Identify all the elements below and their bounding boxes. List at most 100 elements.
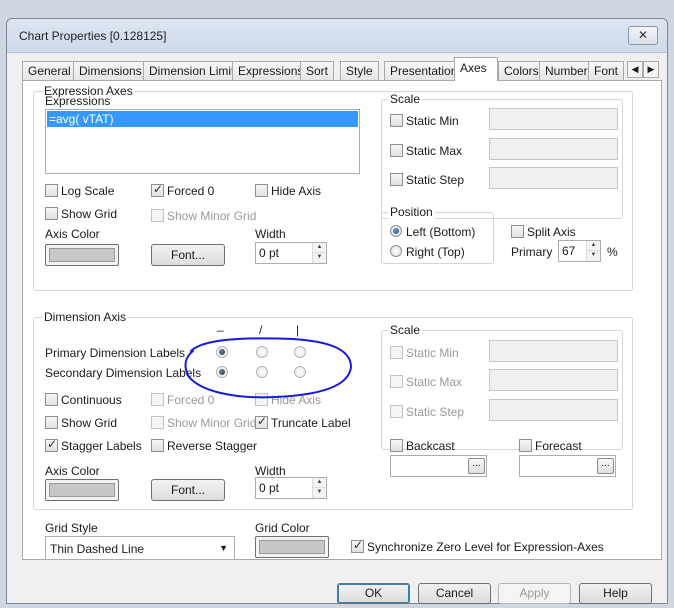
tab-colors[interactable]: Colors	[498, 61, 545, 80]
static-max-label: Static Max	[406, 144, 463, 158]
hand-drawn-circle-annotation	[184, 337, 353, 399]
tab-expressions[interactable]: Expressions	[232, 61, 310, 80]
primary-dimension-labels-label: Primary Dimension Labels	[45, 346, 186, 360]
tab-number[interactable]: Number	[539, 61, 594, 80]
reverse-stagger-checkbox[interactable]	[151, 439, 164, 452]
dim-font-button[interactable]: Font...	[151, 479, 225, 501]
hide-axis-checkbox[interactable]	[255, 184, 268, 197]
ok-button[interactable]: OK	[337, 583, 410, 604]
font-button[interactable]: Font...	[151, 244, 225, 266]
backcast-label: Backcast	[406, 439, 455, 453]
tab-font[interactable]: Font	[588, 61, 625, 80]
cancel-button[interactable]: Cancel	[418, 583, 491, 604]
backcast-ellipsis-button[interactable]: ...	[468, 458, 485, 474]
static-step-input[interactable]	[489, 167, 618, 189]
show-grid-checkbox[interactable]	[45, 207, 58, 220]
tab-dimension-limits[interactable]: Dimension Limits	[143, 61, 247, 80]
grid-style-value: Thin Dashed Line	[50, 542, 145, 556]
log-scale-label: Log Scale	[61, 184, 115, 198]
sync-zero-label: Synchronize Zero Level for Expression-Ax…	[367, 540, 604, 554]
forecast-label: Forecast	[535, 439, 582, 453]
orientation-horizontal-header: _	[217, 318, 224, 332]
width-value: 0 pt	[259, 246, 280, 260]
static-max-checkbox[interactable]	[390, 144, 403, 157]
width-spinner[interactable]: 0 pt ▲ ▼	[255, 242, 327, 264]
dim-static-min-label: Static Min	[406, 346, 459, 360]
dim-static-max-input[interactable]	[489, 369, 618, 391]
help-button[interactable]: Help	[579, 583, 652, 604]
dim-show-minor-grid-label: Show Minor Grid	[167, 416, 257, 430]
reverse-stagger-label: Reverse Stagger	[167, 439, 258, 453]
truncate-label-checkbox[interactable]	[255, 414, 268, 429]
dim-width-value: 0 pt	[259, 481, 280, 495]
apply-button[interactable]: Apply	[498, 583, 571, 604]
spin-down-icon[interactable]: ▼	[587, 251, 600, 261]
dim-forced0-checkbox[interactable]	[151, 393, 164, 406]
dimension-axis-legend: Dimension Axis	[42, 310, 129, 324]
static-step-checkbox[interactable]	[390, 173, 403, 186]
expression-item[interactable]: =avg( vTAT)	[47, 111, 358, 127]
chart-properties-window: Chart Properties [0.128125] ✕ General Di…	[6, 18, 668, 604]
log-scale-checkbox[interactable]	[45, 184, 58, 197]
axis-color-label: Axis Color	[45, 227, 100, 241]
forecast-ellipsis-button[interactable]: ...	[597, 458, 614, 474]
dim-width-spinner[interactable]: 0 pt ▲ ▼	[255, 477, 327, 499]
position-right-top-label: Right (Top)	[406, 245, 465, 259]
tab-dimensions[interactable]: Dimensions	[73, 61, 148, 80]
dim-axis-color-swatch[interactable]	[45, 479, 119, 501]
dialog-body: General Dimensions Dimension Limits Expr…	[7, 54, 667, 604]
dim-static-step-checkbox[interactable]	[390, 405, 403, 418]
expressions-list[interactable]: =avg( vTAT)	[45, 109, 360, 174]
spin-down-icon[interactable]: ▼	[313, 488, 326, 498]
spin-down-icon[interactable]: ▼	[313, 253, 326, 263]
static-min-input[interactable]	[489, 108, 618, 130]
grid-style-dropdown[interactable]: Thin Dashed Line ▼	[45, 536, 235, 560]
static-min-checkbox[interactable]	[390, 114, 403, 127]
forecast-input[interactable]: ...	[519, 455, 616, 477]
axis-color-swatch[interactable]	[45, 244, 119, 266]
stagger-labels-checkbox[interactable]	[45, 437, 58, 452]
close-button[interactable]: ✕	[628, 26, 658, 45]
show-grid-label: Show Grid	[61, 207, 118, 221]
forecast-checkbox[interactable]	[519, 439, 532, 452]
chevron-down-icon: ▼	[219, 543, 228, 553]
dim-static-max-checkbox[interactable]	[390, 375, 403, 388]
title-bar: Chart Properties [0.128125] ✕	[7, 19, 667, 53]
tab-presentation[interactable]: Presentation	[384, 61, 464, 80]
tab-general[interactable]: General	[22, 61, 77, 80]
tab-style[interactable]: Style	[340, 61, 379, 80]
static-max-input[interactable]	[489, 138, 618, 160]
dim-static-min-input[interactable]	[489, 340, 618, 362]
tab-scroll-left-icon[interactable]: ◀	[627, 61, 643, 78]
spin-up-icon[interactable]: ▲	[313, 243, 326, 253]
position-left-bottom-radio[interactable]	[390, 225, 402, 237]
tab-axes[interactable]: Axes	[454, 57, 498, 81]
primary-spinner[interactable]: 67 ▲ ▼	[558, 240, 601, 262]
static-step-label: Static Step	[406, 173, 465, 187]
continuous-checkbox[interactable]	[45, 393, 58, 406]
forced0-checkbox[interactable]	[151, 182, 164, 197]
show-minor-grid-checkbox[interactable]	[151, 209, 164, 222]
primary-value: 67	[562, 244, 576, 258]
spin-up-icon[interactable]: ▲	[587, 241, 600, 251]
show-minor-grid-label: Show Minor Grid	[167, 209, 257, 223]
expression-scale-legend: Scale	[388, 92, 423, 106]
dim-show-grid-checkbox[interactable]	[45, 416, 58, 429]
dim-static-step-input[interactable]	[489, 399, 618, 421]
position-left-bottom-label: Left (Bottom)	[406, 225, 476, 239]
split-axis-checkbox[interactable]	[511, 225, 524, 238]
grid-color-label: Grid Color	[255, 521, 310, 535]
backcast-checkbox[interactable]	[390, 439, 403, 452]
backcast-input[interactable]: ...	[390, 455, 487, 477]
hide-axis-label: Hide Axis	[271, 184, 322, 198]
tab-sort[interactable]: Sort	[300, 61, 335, 80]
spin-up-icon[interactable]: ▲	[313, 478, 326, 488]
dim-show-minor-grid-checkbox[interactable]	[151, 416, 164, 429]
dim-static-min-checkbox[interactable]	[390, 346, 403, 359]
tab-scroll-right-icon[interactable]: ▶	[643, 61, 659, 78]
position-legend: Position	[388, 205, 435, 219]
position-right-top-radio[interactable]	[390, 245, 402, 257]
primary-unit: %	[607, 245, 618, 259]
grid-color-swatch[interactable]	[255, 536, 329, 558]
sync-zero-checkbox[interactable]	[351, 538, 364, 553]
